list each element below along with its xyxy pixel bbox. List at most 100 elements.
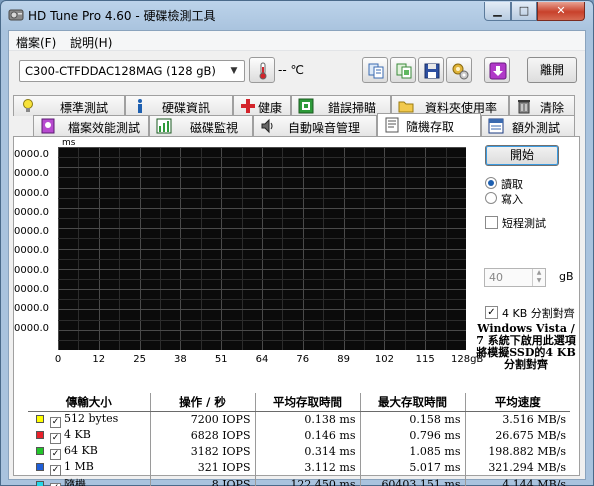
tab-aam[interactable]: 自動噪音管理 <box>253 115 377 136</box>
series-visible-checkbox[interactable]: ✓ <box>50 464 61 476</box>
avg-speed-cell: 198.882 MB/s <box>464 443 570 460</box>
avg-speed-cell: 3.516 MB/s <box>464 411 570 428</box>
tab-benchmark[interactable]: 標準測試 <box>13 95 125 116</box>
tab-label: 健康 <box>258 101 283 115</box>
read-radio[interactable] <box>485 177 497 189</box>
download-arrow-icon <box>489 62 507 80</box>
write-radio[interactable] <box>485 192 497 204</box>
copy-screenshot-button[interactable] <box>390 57 416 83</box>
chevron-down-icon: ▼ <box>230 66 238 76</box>
maximize-button[interactable]: □ <box>511 2 537 21</box>
align-4kb-checkbox[interactable]: ✓ <box>485 306 498 319</box>
copy-text-button[interactable] <box>362 57 388 83</box>
table-row: ✓ 512 bytes 7200 IOPS 0.138 ms 0.158 ms 3.516… <box>28 411 570 428</box>
options-button[interactable] <box>446 57 472 83</box>
avg-access-cell: 0.138 ms <box>254 411 360 428</box>
iops-cell: 7200 IOPS <box>149 411 255 428</box>
spinner-arrows-icon[interactable]: ▲ ▼ <box>532 269 545 286</box>
transfer-size-cell: ✓ 4 KB <box>28 428 150 444</box>
close-button[interactable]: ✕ <box>537 2 585 21</box>
tab-label: 自動噪音管理 <box>288 121 361 135</box>
tab-info[interactable]: 硬碟資訊 <box>125 95 233 116</box>
y-tick-label: 0000.0 <box>14 187 49 199</box>
avg-speed-cell: 4.144 MB/s <box>464 475 570 486</box>
y-tick-label: 0000.0 <box>14 149 49 160</box>
tab-file-benchmark[interactable]: 檔案效能測試 <box>33 115 149 136</box>
x-tick-label: 51 <box>214 354 228 365</box>
menu-help[interactable]: 說明(H) <box>70 34 112 51</box>
tab-erase[interactable]: 清除 <box>509 95 575 116</box>
short-test-checkbox[interactable] <box>485 216 498 229</box>
tab-label: 標準測試 <box>60 101 109 115</box>
title-bar[interactable]: HD Tune Pro 4.60 - 硬碟檢測工具 ▁ □ ✕ <box>1 1 593 29</box>
extra-tests-icon <box>488 118 504 134</box>
avg-access-cell: 122.450 ms <box>254 475 360 486</box>
avg-access-cell: 0.314 ms <box>254 443 360 460</box>
tab-label: 硬碟資訊 <box>162 101 211 115</box>
temperature-button[interactable] <box>249 57 275 83</box>
drive-select[interactable]: C300-CTFDDAC128MAG (128 gB) ▼ <box>19 60 245 82</box>
tab-extra-tests[interactable]: 額外測試 <box>481 115 575 136</box>
read-label: 讀取 <box>501 178 523 191</box>
start-button[interactable]: 開始 <box>485 145 559 166</box>
x-tick-label: 89 <box>337 354 350 365</box>
minimize-button[interactable]: ▁ <box>484 2 511 21</box>
series-color-swatch <box>36 446 44 455</box>
table-row: ✓ 4 KB 6828 IOPS 0.146 ms 0.796 ms 26.675 MB/… <box>28 427 570 444</box>
info-icon <box>138 99 142 113</box>
random-access-icon <box>385 117 399 133</box>
iops-cell: 321 IOPS <box>149 459 255 476</box>
client-area: 檔案(F) 說明(H) C300-CTFDDAC128MAG (128 gB) … <box>8 30 586 486</box>
results-header-row: 傳輸大小 操作 / 秒 平均存取時間 最大存取時間 平均速度 <box>28 393 570 412</box>
y-tick-label: 0000.0 <box>14 245 49 257</box>
tab-error-scan[interactable]: 錯誤掃瞄 <box>291 95 391 116</box>
x-tick-label: 64 <box>255 354 269 365</box>
write-label: 寫入 <box>501 193 523 206</box>
tab-random-access[interactable]: 隨機存取 <box>377 113 481 136</box>
series-visible-checkbox[interactable]: ✓ <box>50 432 61 444</box>
iops-cell: 8 IOPS <box>149 475 255 486</box>
tab-label: 錯誤掃瞄 <box>328 101 377 115</box>
max-access-cell: 60403.151 ms <box>359 475 465 486</box>
max-access-cell: 1.085 ms <box>359 443 465 460</box>
random-access-panel: ms 0000.0 0000.0 0000.0 0000.0 0000.0 0000.0 0… <box>13 136 580 486</box>
transfer-size-label: 隨機 <box>64 477 86 486</box>
x-tick-label: 115 <box>415 354 435 365</box>
series-visible-checkbox[interactable]: ✓ <box>50 416 61 428</box>
disk-monitor-icon <box>156 118 172 134</box>
header-avg-access: 平均存取時間 <box>254 393 360 412</box>
results-table: 傳輸大小 操作 / 秒 平均存取時間 最大存取時間 平均速度 ✓ 512 byte… <box>28 393 570 486</box>
table-row: ✓ 1 MB 321 IOPS 3.112 ms 5.017 ms 321.294 MB/… <box>28 459 570 476</box>
copy-text-icon <box>368 63 384 79</box>
tab-disk-monitor[interactable]: 磁碟監視 <box>149 115 253 136</box>
app-window: HD Tune Pro 4.60 - 硬碟檢測工具 ▁ □ ✕ 檔案(F) 說明… <box>0 0 594 486</box>
tab-health[interactable]: 健康 <box>233 95 291 116</box>
y-tick-label: 0000.0 <box>14 226 49 238</box>
y-tick-label: 0000.0 <box>14 322 49 334</box>
y-tick-label: 0000.0 <box>14 264 49 276</box>
settings-gear-icon <box>452 63 469 80</box>
exit-button[interactable]: 離開 <box>527 57 577 83</box>
x-tick-label: 25 <box>133 354 146 365</box>
download-update-button[interactable] <box>484 57 510 83</box>
series-visible-checkbox[interactable]: ✓ <box>50 448 61 460</box>
series-color-swatch <box>36 462 44 471</box>
short-test-length-value: 40 <box>489 271 503 284</box>
align-4kb-label: 4 KB 分割對齊 <box>502 307 575 320</box>
menu-file[interactable]: 檔案(F) <box>16 34 56 51</box>
file-benchmark-icon <box>41 118 55 134</box>
y-tick-label: 0000.0 <box>14 168 49 180</box>
x-tick-label: 12 <box>92 354 106 365</box>
transfer-size-cell: ✓ 512 bytes <box>28 411 150 428</box>
series-visible-checkbox[interactable]: ✓ <box>50 482 61 486</box>
avg-speed-cell: 321.294 MB/s <box>464 459 570 476</box>
temperature-readout: -- ℃ <box>278 63 304 77</box>
copy-screenshot-icon <box>396 63 412 79</box>
save-button[interactable] <box>418 57 444 83</box>
avg-access-cell: 0.146 ms <box>254 427 360 444</box>
menu-bar: 檔案(F) 說明(H) <box>9 31 585 51</box>
short-test-length-spinner[interactable]: 40 ▲ ▼ <box>484 268 546 287</box>
length-unit-label: gB <box>559 270 574 283</box>
floppy-disk-icon <box>424 63 440 79</box>
hdtune-app-icon <box>8 9 24 21</box>
